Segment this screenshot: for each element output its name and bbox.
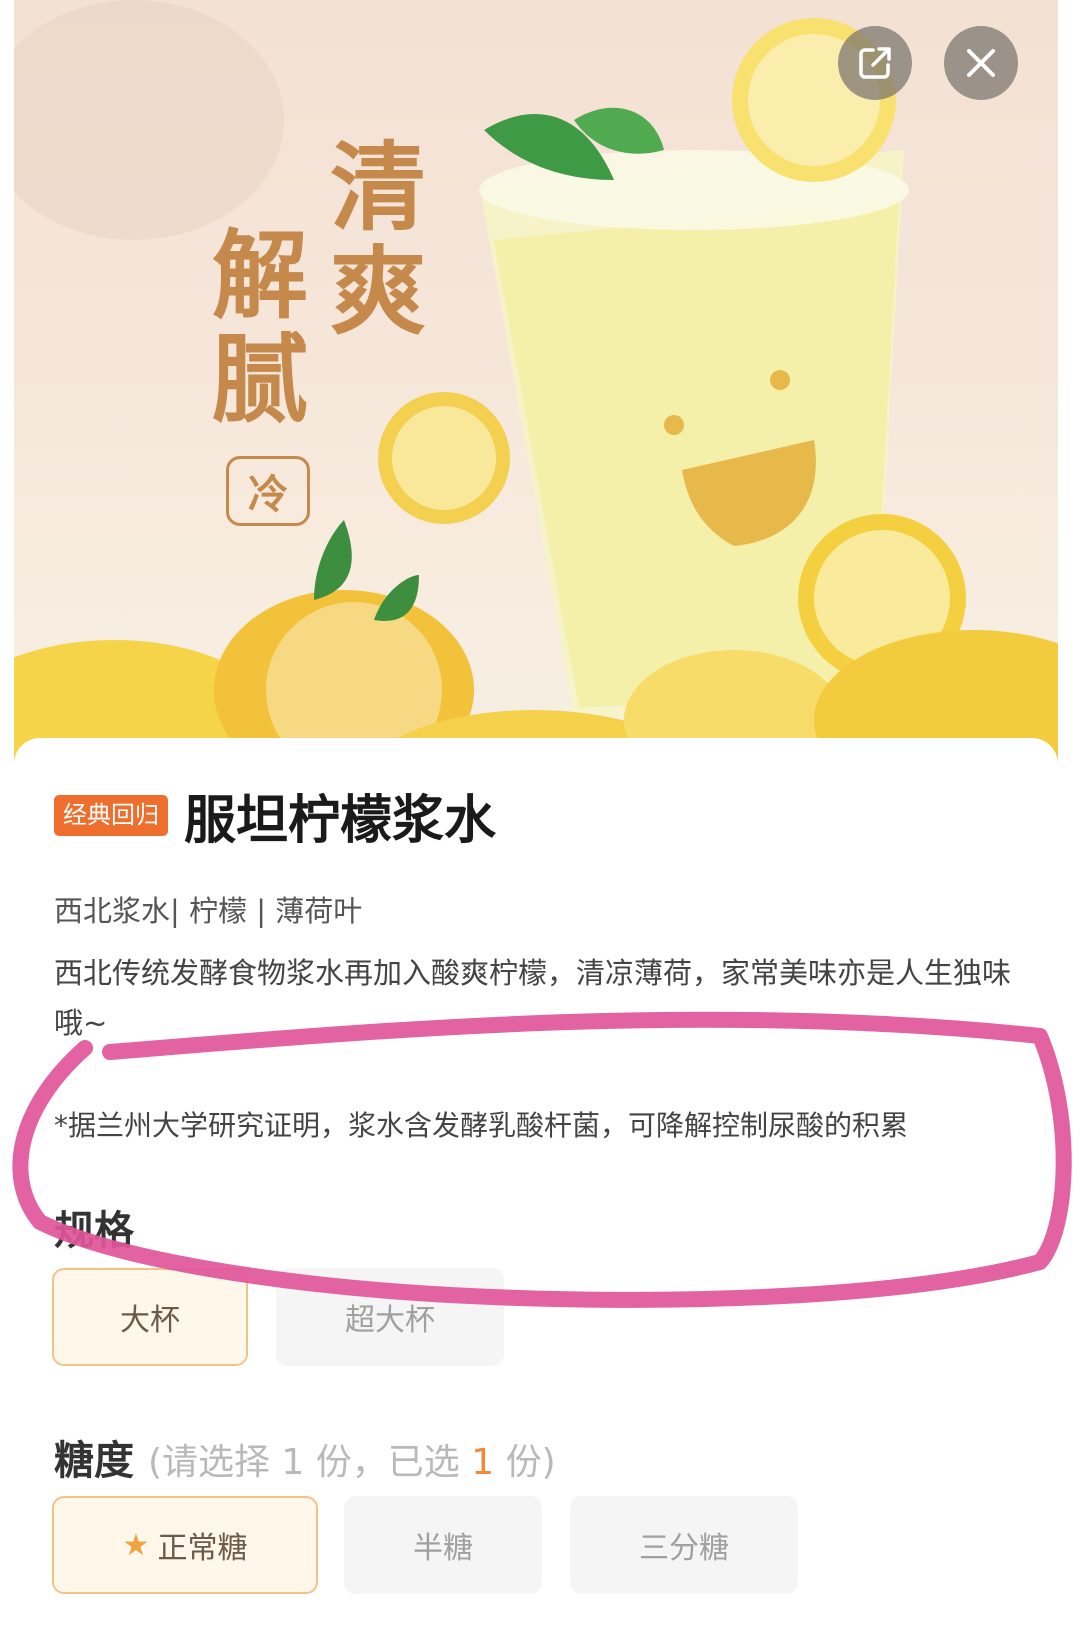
- sugar-option-normal[interactable]: ★ 正常糖: [52, 1496, 318, 1594]
- leaf-shadow: [14, 0, 284, 240]
- frame-right-edge: [1058, 0, 1080, 1617]
- share-button[interactable]: [838, 26, 912, 100]
- lemonade-illustration: [14, 0, 1058, 800]
- slogan-char: 清: [330, 132, 426, 244]
- sugar-option-half[interactable]: 半糖: [344, 1496, 542, 1594]
- slogan-char: 解: [212, 220, 308, 332]
- share-icon: [859, 47, 891, 79]
- sugar-title-text: 糖度: [54, 1438, 134, 1484]
- smiley-eye-right: [770, 370, 790, 390]
- lemon-leaf: [314, 520, 352, 600]
- ingredient-tags: 西北浆水| 柠檬 | 薄荷叶: [54, 894, 363, 928]
- sugar-option-label: 正常糖: [157, 1531, 248, 1566]
- frame-left-edge: [0, 0, 14, 1617]
- product-detail-card: 经典回归 服坦柠檬浆水 西北浆水| 柠檬 | 薄荷叶 西北传统发酵食物浆水再加入…: [14, 738, 1058, 1638]
- sugar-option-third[interactable]: 三分糖: [570, 1496, 798, 1594]
- slogan-char: 腻: [212, 324, 308, 436]
- cold-tag: 冷: [226, 456, 310, 526]
- research-note: *据兰州大学研究证明，浆水含发酵乳酸杆菌，可降解控制尿酸的积累: [54, 1109, 909, 1142]
- slogan-char: 爽: [330, 236, 426, 348]
- classic-return-badge: 经典回归: [54, 795, 168, 836]
- close-icon: [967, 49, 995, 77]
- spec-section-title: 规格: [54, 1208, 134, 1254]
- sugar-hint-pre: (请选择 1 份，已选: [147, 1442, 472, 1483]
- slogan-column-1: 清 爽: [330, 140, 426, 348]
- sugar-selected-count: 1: [471, 1442, 495, 1483]
- hero-banner: 清 爽 解 腻 冷: [14, 0, 1058, 800]
- sugar-section-title: 糖度 (请选择 1 份，已选 1 份): [54, 1428, 556, 1486]
- spec-option-extra-large[interactable]: 超大杯: [276, 1268, 504, 1366]
- product-name: 服坦柠檬浆水: [184, 791, 497, 851]
- smiley-eye-left: [664, 415, 684, 435]
- star-icon: ★: [122, 1527, 150, 1563]
- product-description: 西北传统发酵食物浆水再加入酸爽柠檬，清凉薄荷，家常美味亦是人生独味哦~: [54, 956, 1012, 1040]
- slogan-column-2: 解 腻: [212, 228, 308, 436]
- sugar-hint-post: 份): [494, 1442, 556, 1483]
- close-button[interactable]: [944, 26, 1018, 100]
- spec-option-large[interactable]: 大杯: [52, 1268, 248, 1366]
- sugar-selection-hint: (请选择 1 份，已选 1 份): [148, 1442, 556, 1483]
- title-row: 经典回归 服坦柠檬浆水: [54, 778, 496, 853]
